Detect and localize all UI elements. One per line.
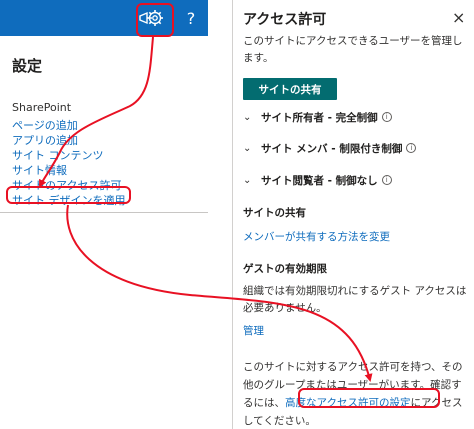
group-label: サイト所有者 - 完全制御	[261, 111, 378, 124]
settings-panel: ? 設定 SharePoint ページの追加 アプリの追加 サイト コンテンツ …	[0, 0, 208, 212]
gear-highlight	[136, 3, 174, 37]
site-information-link[interactable]: サイト情報	[12, 163, 126, 178]
guest-expiration-description: 組織では有効期限切れにするゲスト アクセスは必要ありません。	[243, 285, 467, 314]
close-icon[interactable]: ×	[452, 8, 465, 27]
manage-link[interactable]: 管理	[243, 323, 264, 338]
settings-title: 設定	[12, 57, 43, 75]
owners-group[interactable]: ⌄ サイト所有者 - 完全制御 i	[243, 108, 392, 126]
site-permissions-highlight	[6, 186, 131, 204]
chevron-down-icon: ⌄	[243, 142, 252, 154]
help-icon[interactable]: ?	[178, 0, 204, 36]
info-icon[interactable]: i	[381, 112, 392, 122]
panel-description: このサイトにアクセスできるユーザーを管理します。	[243, 35, 463, 64]
guest-expiration-heading: ゲストの有効期限	[243, 263, 327, 275]
chevron-down-icon: ⌄	[243, 111, 252, 123]
site-sharing-heading: サイトの共有	[243, 207, 306, 219]
panel-title: アクセス許可	[243, 12, 327, 28]
group-label: サイト メンバ - 制限付き制御	[261, 142, 403, 155]
members-group[interactable]: ⌄ サイト メンバ - 制限付き制御 i	[243, 139, 417, 157]
chevron-down-icon: ⌄	[243, 174, 252, 186]
advanced-permissions-highlight	[298, 388, 440, 408]
info-icon[interactable]: i	[406, 143, 417, 153]
group-label: サイト閲覧者 - 制御なし	[261, 174, 378, 187]
panel-divider	[0, 212, 208, 213]
share-site-button[interactable]: サイトの共有	[243, 78, 337, 100]
add-app-link[interactable]: アプリの追加	[12, 133, 126, 148]
visitors-group[interactable]: ⌄ サイト閲覧者 - 制御なし i	[243, 171, 392, 189]
site-contents-link[interactable]: サイト コンテンツ	[12, 148, 126, 163]
change-sharing-link[interactable]: メンバーが共有する方法を変更	[243, 229, 390, 244]
info-icon[interactable]: i	[381, 175, 392, 185]
sharepoint-section-label: SharePoint	[12, 101, 72, 114]
top-bar: ?	[0, 0, 208, 36]
add-page-link[interactable]: ページの追加	[12, 118, 126, 133]
permissions-panel: アクセス許可 × このサイトにアクセスできるユーザーを管理します。 サイトの共有…	[232, 0, 474, 429]
